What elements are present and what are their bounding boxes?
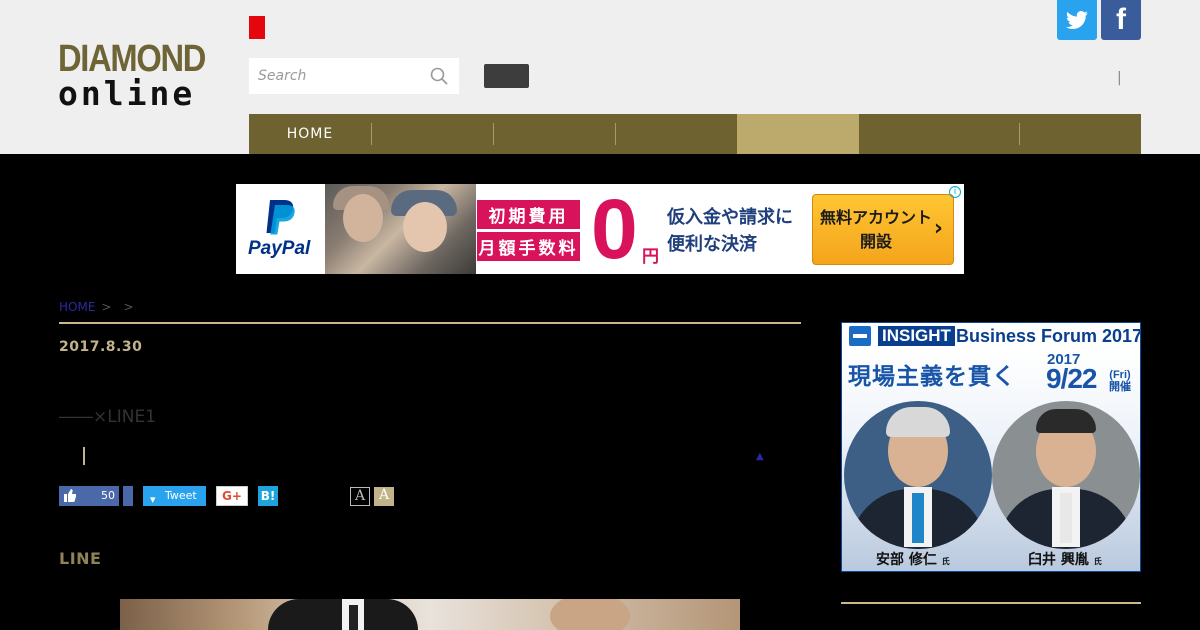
honorific: 氏 xyxy=(1093,557,1102,566)
logo-diamond-text: DIAMOND xyxy=(58,38,206,80)
twitter-button[interactable] xyxy=(1057,0,1097,40)
main-nav: HOME xyxy=(249,114,1141,154)
paypal-wordmark: PayPal xyxy=(248,238,311,259)
twitter-bird-icon: ▾ xyxy=(150,493,156,506)
nav-item-7[interactable] xyxy=(1019,114,1141,154)
site-header: DIAMOND online f | HOME xyxy=(0,0,1200,154)
banner-header: INSIGHT Business Forum 2017 xyxy=(842,323,1140,349)
insight-forum-banner[interactable]: INSIGHT Business Forum 2017 現場主義を貫く 2017… xyxy=(841,322,1141,572)
cta-line1: 無料アカウント xyxy=(819,207,932,227)
section-title: LINE xyxy=(59,549,102,568)
like-count: 50 xyxy=(101,489,115,502)
ad-copy: 仮入金や請求に 便利な決済 xyxy=(667,204,817,258)
banner-date: 9/22 xyxy=(1046,363,1097,394)
banner-headline: 現場主義を貫く xyxy=(848,364,1016,390)
paypal-ad-banner[interactable]: PayPal 初期費用 月額手数料 0 円 仮入金や請求に 便利な決済 無料アカ… xyxy=(236,184,964,274)
banner-held: 開催 xyxy=(1109,381,1131,393)
nav-item-4[interactable] xyxy=(615,114,737,154)
speaker2-photo xyxy=(992,401,1140,549)
facebook-button[interactable]: f xyxy=(1101,0,1141,40)
banner-day: (Fri) 開催 xyxy=(1109,369,1131,393)
subtitle-marker xyxy=(83,447,85,465)
font-size-small-button[interactable]: A xyxy=(350,487,370,506)
banner-weekday: (Fri) xyxy=(1109,369,1131,381)
breadcrumb-separator: > xyxy=(101,300,112,314)
speaker1-name: 安部 修仁 氏 xyxy=(876,549,950,569)
ad-photo xyxy=(325,184,476,274)
chevron-right-icon: › xyxy=(933,216,943,241)
search-icon[interactable] xyxy=(430,67,448,85)
logo-online-text: online xyxy=(58,74,196,113)
nav-item-3[interactable] xyxy=(493,114,615,154)
ad-tag-initial-cost: 初期費用 xyxy=(477,200,580,229)
breadcrumb-home[interactable]: HOME xyxy=(59,300,95,314)
nav-separator xyxy=(615,123,616,145)
search-submit-button[interactable] xyxy=(484,64,529,88)
speaker2-name: 臼井 興胤 氏 xyxy=(1028,549,1102,569)
nav-item-home[interactable]: HOME xyxy=(249,114,371,154)
tweet-label: Tweet xyxy=(165,489,197,502)
ad-copy-line1: 仮入金や請求に xyxy=(667,207,793,228)
tweet-button[interactable]: ▾ Tweet xyxy=(143,486,206,506)
paypal-logo: PayPal xyxy=(236,184,325,274)
font-size-large-button[interactable]: A xyxy=(374,487,394,506)
honorific: 氏 xyxy=(941,557,950,566)
article-date: 2017.8.30 xyxy=(59,339,143,355)
nav-item-label: HOME xyxy=(286,126,334,142)
nav-item-6[interactable] xyxy=(859,114,1019,154)
hatena-bookmark-button[interactable]: B! xyxy=(258,486,278,506)
ad-yen: 円 xyxy=(642,247,659,267)
nav-item-2[interactable] xyxy=(371,114,493,154)
thumbs-up-icon xyxy=(64,489,76,502)
cta-line2: 開設 xyxy=(859,231,892,251)
facebook-icon: f xyxy=(1116,3,1126,36)
nav-separator xyxy=(371,123,372,145)
speaker2-name-text: 臼井 興胤 xyxy=(1028,552,1089,568)
banner-forum-title: Business Forum 2017 xyxy=(956,326,1141,346)
speaker1-photo xyxy=(844,401,992,549)
like-share-tail[interactable] xyxy=(123,486,133,506)
site-logo[interactable]: DIAMOND online xyxy=(58,40,224,111)
breadcrumb: HOME > > xyxy=(59,300,140,314)
nav-separator xyxy=(493,123,494,145)
search-box xyxy=(249,58,459,94)
nav-item-5-active[interactable] xyxy=(737,114,859,154)
google-plus-button[interactable]: G+ xyxy=(216,486,248,506)
twitter-icon xyxy=(1066,11,1088,30)
article-headline: ――×LINE1 xyxy=(59,407,157,427)
nav-separator xyxy=(1019,123,1020,145)
article-top-rule xyxy=(59,322,801,324)
banner-insight: INSIGHT xyxy=(878,326,955,346)
speaker1-name-text: 安部 修仁 xyxy=(876,552,937,568)
header-divider: | xyxy=(1117,70,1122,86)
ad-zero-price: 0 xyxy=(591,184,638,274)
triangle-up-icon[interactable]: ▲ xyxy=(756,451,764,462)
facebook-like-button[interactable]: 50 xyxy=(59,486,119,506)
ad-info-icon[interactable]: i xyxy=(949,186,961,198)
amex-logo-icon xyxy=(849,326,871,346)
ad-copy-line2: 便利な決済 xyxy=(667,234,757,255)
breadcrumb-separator: > xyxy=(123,300,134,314)
article-photo xyxy=(120,599,740,630)
red-mark-icon xyxy=(249,16,265,39)
sidebar-rule xyxy=(841,602,1141,604)
ad-tag-monthly-fee: 月額手数料 xyxy=(477,232,580,261)
search-input[interactable] xyxy=(249,58,429,94)
open-account-button[interactable]: 無料アカウント 開設 › xyxy=(812,194,954,265)
